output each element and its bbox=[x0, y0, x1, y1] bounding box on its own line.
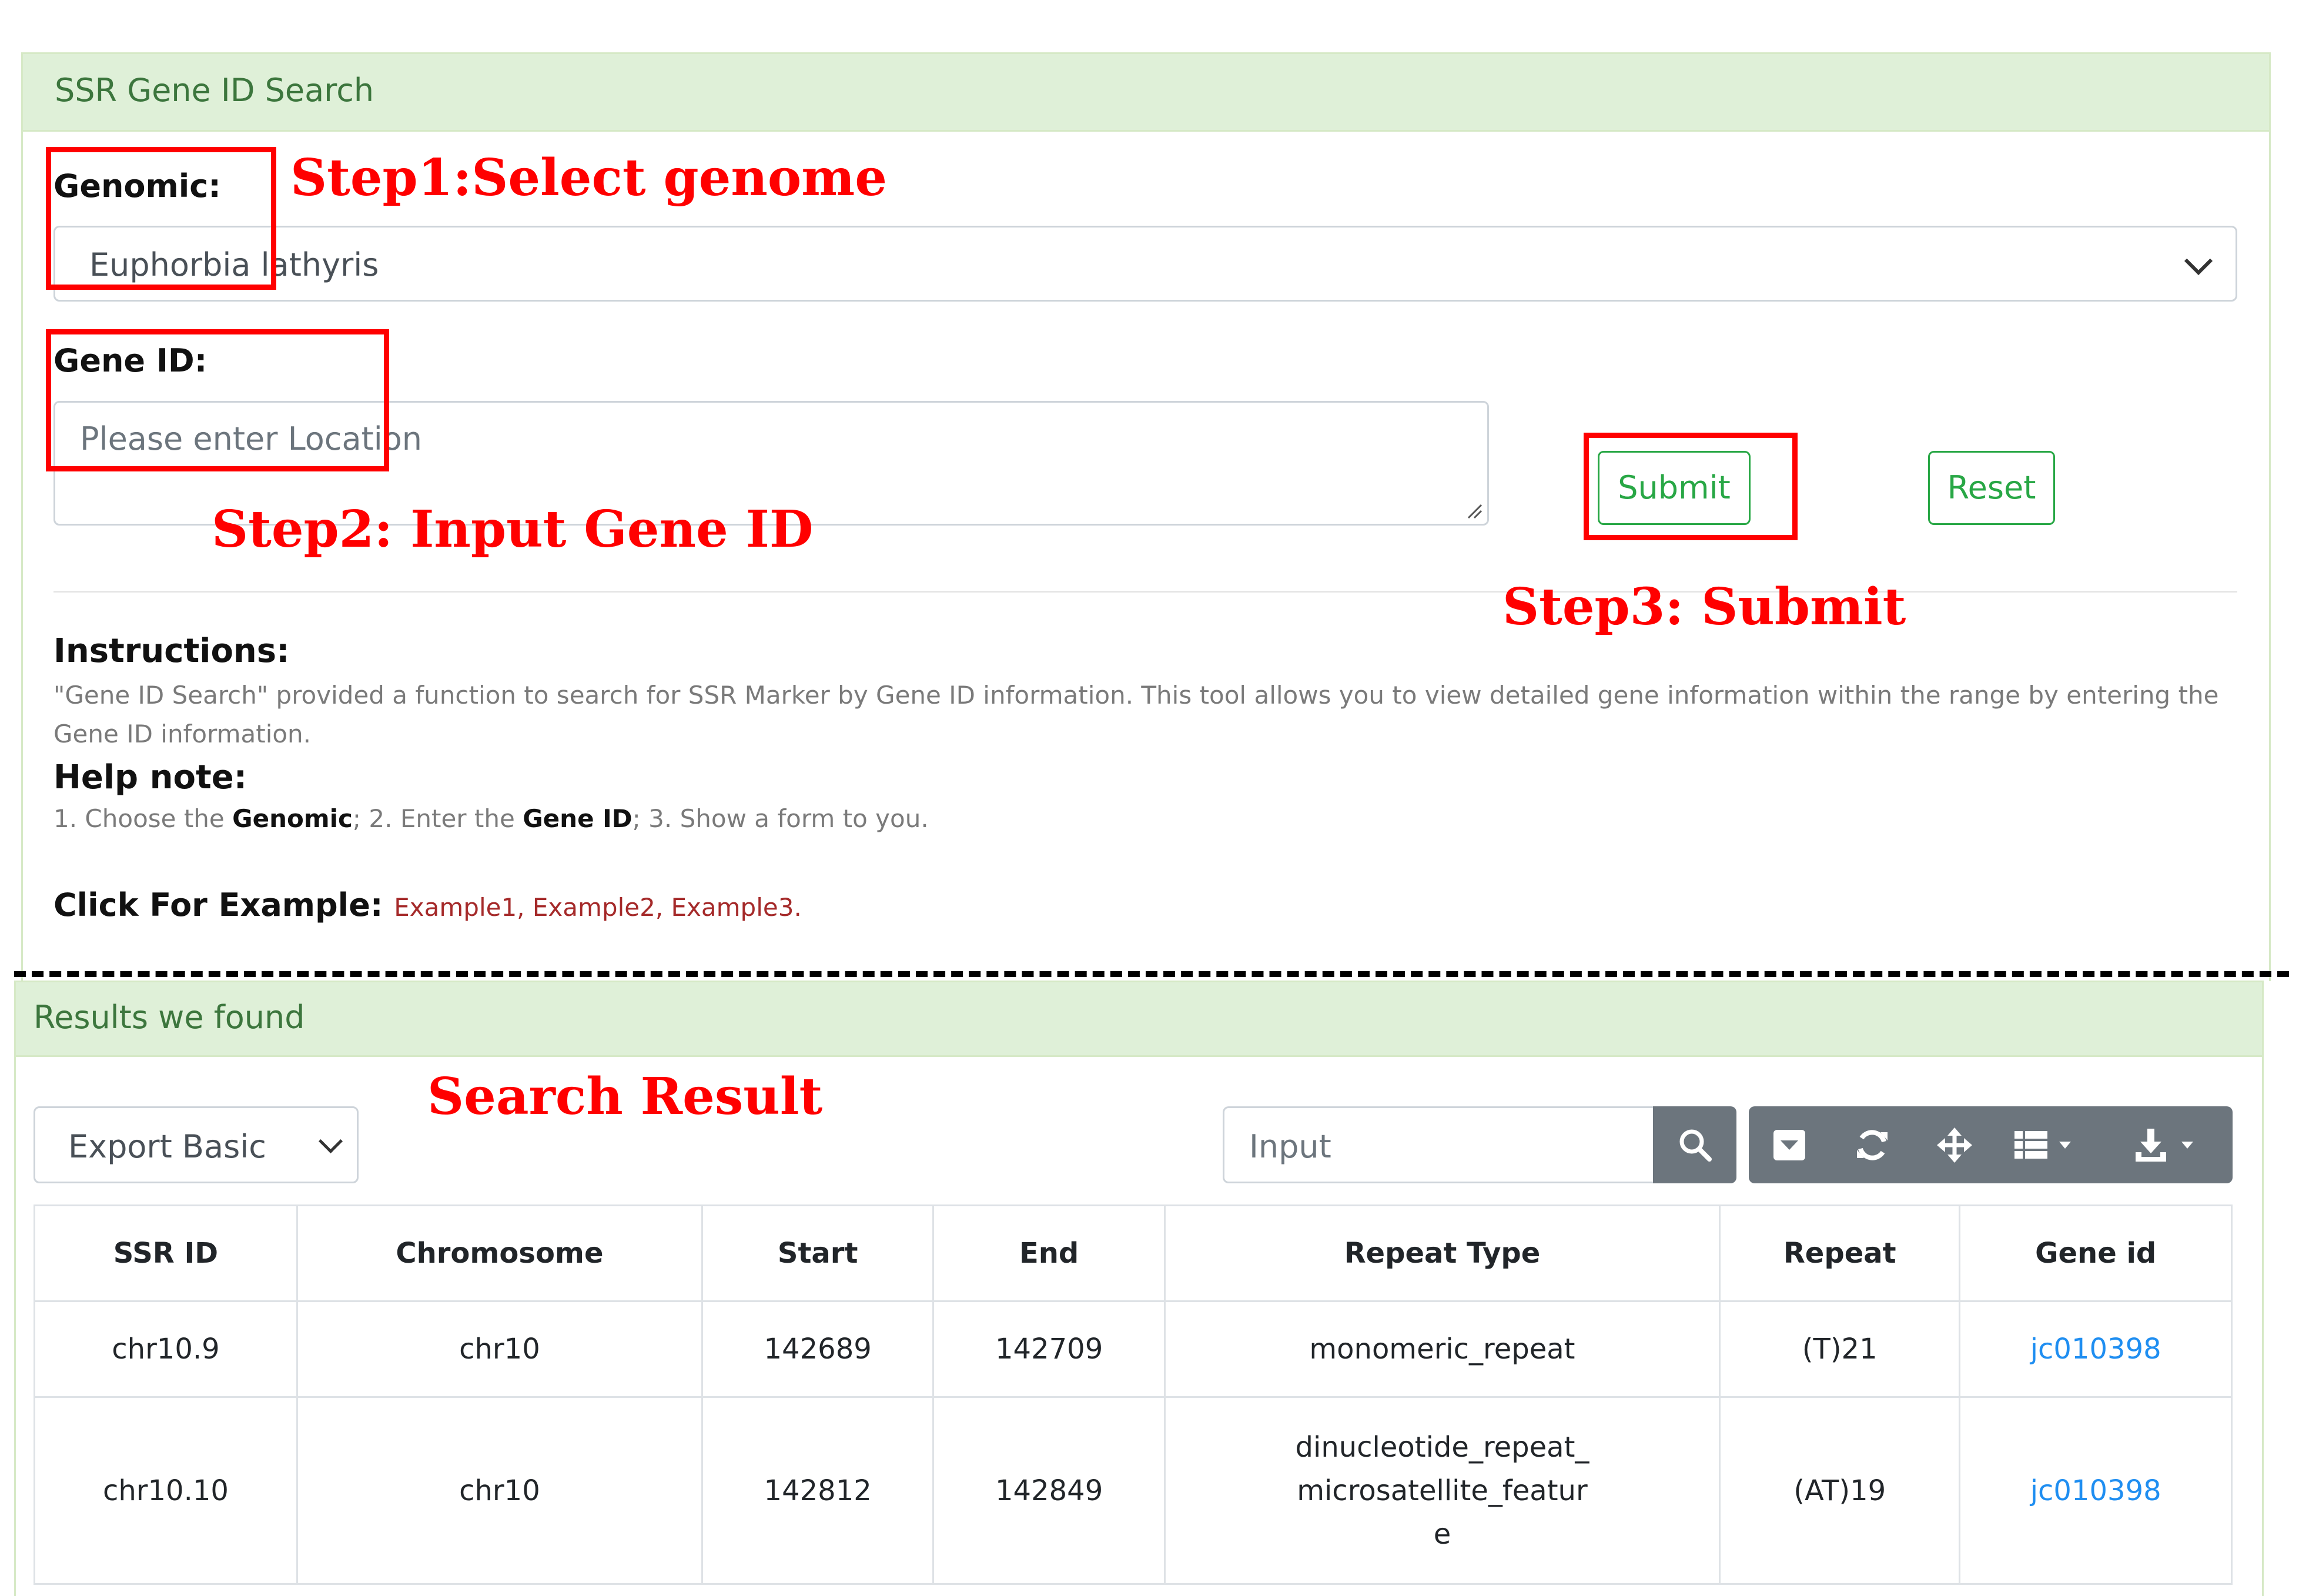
table-search-placeholder: Input bbox=[1249, 1128, 1331, 1165]
table-cell: (T)21 bbox=[1719, 1300, 1961, 1398]
step3-highlight-box bbox=[1584, 433, 1798, 540]
table-cell: jc010398 bbox=[1959, 1396, 2233, 1585]
search-result-annotation: Search Result bbox=[427, 1067, 823, 1126]
table-cell: 142849 bbox=[932, 1396, 1166, 1585]
results-panel-header: Results we found bbox=[14, 981, 2264, 1057]
column-header[interactable]: Start bbox=[701, 1204, 935, 1302]
export-select[interactable]: Export Basic bbox=[34, 1106, 359, 1183]
results-panel-title: Results we found bbox=[34, 999, 305, 1036]
example2-link[interactable]: Example2 bbox=[533, 893, 655, 922]
instructions-title: Instructions: bbox=[53, 632, 290, 670]
export-dropdown-button[interactable] bbox=[2107, 1106, 2233, 1183]
example1-link[interactable]: Example1 bbox=[394, 893, 517, 922]
table-header-row: SSR ID Chromosome Start End Repeat Type … bbox=[34, 1204, 2233, 1302]
column-header[interactable]: Repeat bbox=[1719, 1204, 1961, 1302]
table-cell: jc010398 bbox=[1959, 1300, 2233, 1398]
search-panel-header: SSR Gene ID Search bbox=[21, 52, 2271, 132]
gene-id-link[interactable]: jc010398 bbox=[2030, 1333, 2161, 1366]
step1-highlight-box bbox=[46, 147, 276, 290]
help-note-text: 1. Choose the Genomic; 2. Enter the Gene… bbox=[53, 804, 929, 833]
toggle-icon bbox=[1773, 1130, 1805, 1160]
column-header[interactable]: Gene id bbox=[1959, 1204, 2233, 1302]
results-table: SSR ID Chromosome Start End Repeat Type … bbox=[34, 1204, 2233, 1585]
move-button[interactable] bbox=[1913, 1106, 1996, 1183]
table-cell: chr10.9 bbox=[34, 1300, 298, 1398]
table-cell: 142689 bbox=[701, 1300, 935, 1398]
column-header[interactable]: Chromosome bbox=[296, 1204, 703, 1302]
table-cell: monomeric_repeat bbox=[1163, 1300, 1721, 1398]
section-separator bbox=[14, 971, 2289, 977]
genomic-select[interactable]: Euphorbia lathyris bbox=[53, 226, 2237, 302]
table-cell: (AT)19 bbox=[1719, 1396, 1961, 1585]
table-search-input[interactable]: Input bbox=[1223, 1106, 1653, 1183]
chevron-down-icon bbox=[318, 1129, 343, 1154]
toggle-view-button[interactable] bbox=[1749, 1106, 1831, 1183]
step2-annotation: Step2: Input Gene ID bbox=[212, 500, 814, 559]
step2-highlight-box bbox=[46, 329, 389, 471]
step1-annotation: Step1:Select genome bbox=[290, 148, 887, 208]
columns-dropdown-button[interactable] bbox=[1996, 1106, 2107, 1183]
resize-grip-icon[interactable] bbox=[1465, 501, 1483, 519]
chevron-down-icon bbox=[2184, 246, 2213, 276]
search-icon bbox=[1679, 1129, 1712, 1162]
divider bbox=[53, 591, 2237, 593]
refresh-button[interactable] bbox=[1831, 1106, 1913, 1183]
move-icon bbox=[1937, 1127, 1972, 1163]
download-icon bbox=[2136, 1129, 2193, 1162]
step3-annotation: Step3: Submit bbox=[1502, 577, 1906, 637]
table-toolbar bbox=[1749, 1106, 2233, 1183]
table-cell: chr10 bbox=[296, 1396, 703, 1585]
table-cell: 142812 bbox=[701, 1396, 935, 1585]
table-row: chr10.9 chr10 142689 142709 monomeric_re… bbox=[34, 1300, 2233, 1398]
refresh-icon bbox=[1857, 1130, 1888, 1160]
export-select-value: Export Basic bbox=[68, 1128, 266, 1165]
help-note-title: Help note: bbox=[53, 758, 247, 797]
table-cell: 142709 bbox=[932, 1300, 1166, 1398]
example3-link[interactable]: Example3 bbox=[671, 893, 794, 922]
column-header[interactable]: SSR ID bbox=[34, 1204, 298, 1302]
example-label: Click For Example: bbox=[53, 886, 383, 924]
reset-button[interactable]: Reset bbox=[1928, 451, 2055, 525]
table-cell: dinucleotide_repeat_ microsatellite_featu… bbox=[1163, 1396, 1721, 1585]
search-panel-title: SSR Gene ID Search bbox=[55, 72, 374, 109]
table-row: chr10.10 chr10 142812 142849 dinucleotid… bbox=[34, 1396, 2233, 1585]
search-button[interactable] bbox=[1653, 1106, 1736, 1183]
columns-icon bbox=[2014, 1131, 2071, 1159]
column-header[interactable]: Repeat Type bbox=[1163, 1204, 1721, 1302]
table-cell: chr10.10 bbox=[34, 1396, 298, 1585]
column-header[interactable]: End bbox=[932, 1204, 1166, 1302]
instructions-text: "Gene ID Search" provided a function to … bbox=[53, 681, 2219, 748]
gene-id-link[interactable]: jc010398 bbox=[2030, 1474, 2161, 1507]
example-row: Click For Example: Example1, Example2, E… bbox=[53, 886, 802, 924]
table-cell: chr10 bbox=[296, 1300, 703, 1398]
